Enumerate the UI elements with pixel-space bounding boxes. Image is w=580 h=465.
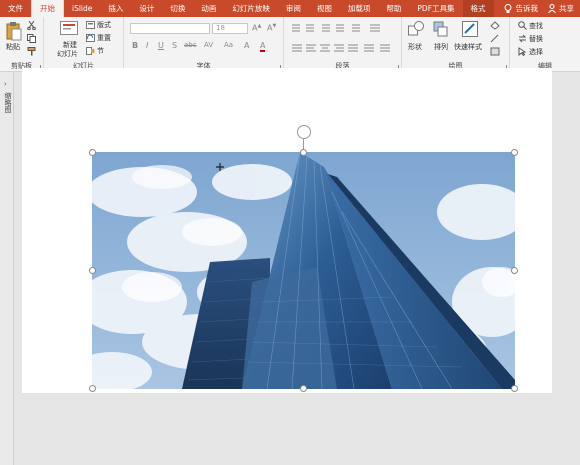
share-button[interactable]: 共享	[548, 3, 580, 14]
cut-icon[interactable]	[27, 21, 36, 30]
find-button[interactable]: 查找	[529, 21, 543, 31]
menu-bar: 文件 开始 iSlide 插入 设计 切换 动画 幻灯片放映 审阅 视图 加载项…	[0, 0, 580, 17]
group-slides: 新建 幻灯片 版式 重置 节 幻灯片	[44, 17, 124, 72]
shapes-button[interactable]: 形状	[408, 42, 422, 52]
layout-button[interactable]: 版式	[97, 20, 111, 30]
font-color-button[interactable]: A	[260, 41, 266, 52]
tab-view[interactable]: 视图	[309, 0, 340, 17]
increase-font-button[interactable]: A▲	[252, 23, 261, 33]
underline-button[interactable]: U	[158, 41, 164, 50]
strikethrough-button[interactable]: abc	[184, 41, 197, 49]
layout-icon[interactable]	[86, 21, 95, 29]
resize-handle-bottom-right[interactable]	[511, 385, 518, 392]
group-font: 18 A▲ A▼ B I U S abc AV Aa A A 字体	[124, 17, 284, 72]
resize-handle-left[interactable]	[89, 267, 96, 274]
tab-animations[interactable]: 动画	[193, 0, 224, 17]
group-clipboard: 粘贴 剪贴板	[0, 17, 44, 72]
thumbnail-panel-label: 缩略图	[4, 92, 12, 113]
resize-handle-top[interactable]	[300, 149, 307, 156]
change-case-button[interactable]: Aa	[224, 41, 233, 49]
font-size-value: 18	[216, 24, 225, 32]
group-paragraph: 段落	[284, 17, 402, 72]
font-name-box[interactable]	[130, 23, 210, 34]
ribbon: 粘贴 剪贴板 新建 幻灯片 版式 重置 节 幻灯片 18 A▲ A▼ B I U…	[0, 17, 580, 72]
shape-fill-icon[interactable]	[490, 21, 500, 30]
shape-effects-icon[interactable]	[490, 47, 500, 56]
expand-panel-icon[interactable]: ›	[4, 80, 7, 88]
tab-islide[interactable]: iSlide	[64, 0, 100, 17]
paste-button[interactable]: 粘贴	[6, 42, 20, 52]
copy-icon[interactable]	[27, 34, 36, 43]
resize-handle-right[interactable]	[511, 267, 518, 274]
replace-button[interactable]: 替换	[529, 34, 543, 44]
section-icon[interactable]	[86, 47, 95, 55]
tab-format[interactable]: 格式	[462, 0, 494, 17]
decrease-font-button[interactable]: A▼	[267, 23, 276, 33]
paste-icon[interactable]	[6, 21, 22, 41]
arrange-icon[interactable]	[433, 21, 449, 39]
person-icon	[548, 4, 556, 13]
bold-button[interactable]: B	[132, 41, 138, 50]
tab-home[interactable]: 开始	[31, 0, 64, 17]
replace-icon[interactable]	[518, 34, 527, 43]
shape-outline-icon[interactable]	[490, 34, 500, 43]
select-button[interactable]: 选择	[529, 47, 543, 57]
select-icon[interactable]	[518, 47, 527, 56]
new-slide-icon[interactable]	[60, 21, 78, 37]
tab-design[interactable]: 设计	[131, 0, 162, 17]
reset-icon[interactable]	[86, 34, 95, 42]
share-label: 共享	[559, 4, 575, 13]
new-slide-line2[interactable]: 幻灯片	[57, 49, 78, 59]
tab-file[interactable]: 文件	[0, 0, 31, 17]
shadow-button[interactable]: S	[172, 41, 177, 50]
clear-format-button[interactable]: A	[244, 41, 249, 50]
tab-transitions[interactable]: 切换	[162, 0, 193, 17]
tell-me-label: 告诉我	[515, 4, 539, 13]
quick-styles-icon[interactable]	[462, 21, 478, 39]
shapes-icon[interactable]	[408, 21, 424, 39]
italic-button[interactable]: I	[146, 41, 148, 50]
tab-review[interactable]: 审阅	[278, 0, 309, 17]
format-painter-icon[interactable]	[27, 47, 36, 56]
thumbnail-panel[interactable]: › 缩略图	[0, 72, 14, 465]
char-spacing-button[interactable]: AV	[204, 41, 213, 49]
group-editing: 查找 替换 选择 编辑	[510, 17, 580, 72]
tell-me-box[interactable]: 告诉我	[494, 3, 549, 14]
building-photo[interactable]	[92, 152, 515, 389]
resize-handle-bottom-left[interactable]	[89, 385, 96, 392]
rotate-handle-stem	[303, 139, 304, 149]
tab-help[interactable]: 帮助	[378, 0, 409, 17]
group-drawing: 形状 排列 快速样式 绘图	[402, 17, 510, 72]
tab-pdf-tools[interactable]: PDF工具集	[409, 0, 462, 17]
font-size-box[interactable]: 18	[212, 23, 248, 34]
section-button[interactable]: 节	[97, 46, 104, 56]
quick-styles-button[interactable]: 快速样式	[454, 42, 482, 52]
resize-handle-top-right[interactable]	[511, 149, 518, 156]
tab-addins[interactable]: 加载项	[340, 0, 379, 17]
lightbulb-icon	[504, 3, 512, 13]
tab-slideshow[interactable]: 幻灯片放映	[224, 0, 278, 17]
arrange-button[interactable]: 排列	[434, 42, 448, 52]
resize-handle-top-left[interactable]	[89, 149, 96, 156]
resize-handle-bottom[interactable]	[300, 385, 307, 392]
rotate-handle-icon[interactable]	[297, 125, 311, 139]
find-icon[interactable]	[518, 21, 527, 30]
building-image	[92, 152, 515, 389]
tab-insert[interactable]: 插入	[100, 0, 131, 17]
paragraph-tools-icon[interactable]	[290, 23, 394, 57]
reset-button[interactable]: 重置	[97, 33, 111, 43]
